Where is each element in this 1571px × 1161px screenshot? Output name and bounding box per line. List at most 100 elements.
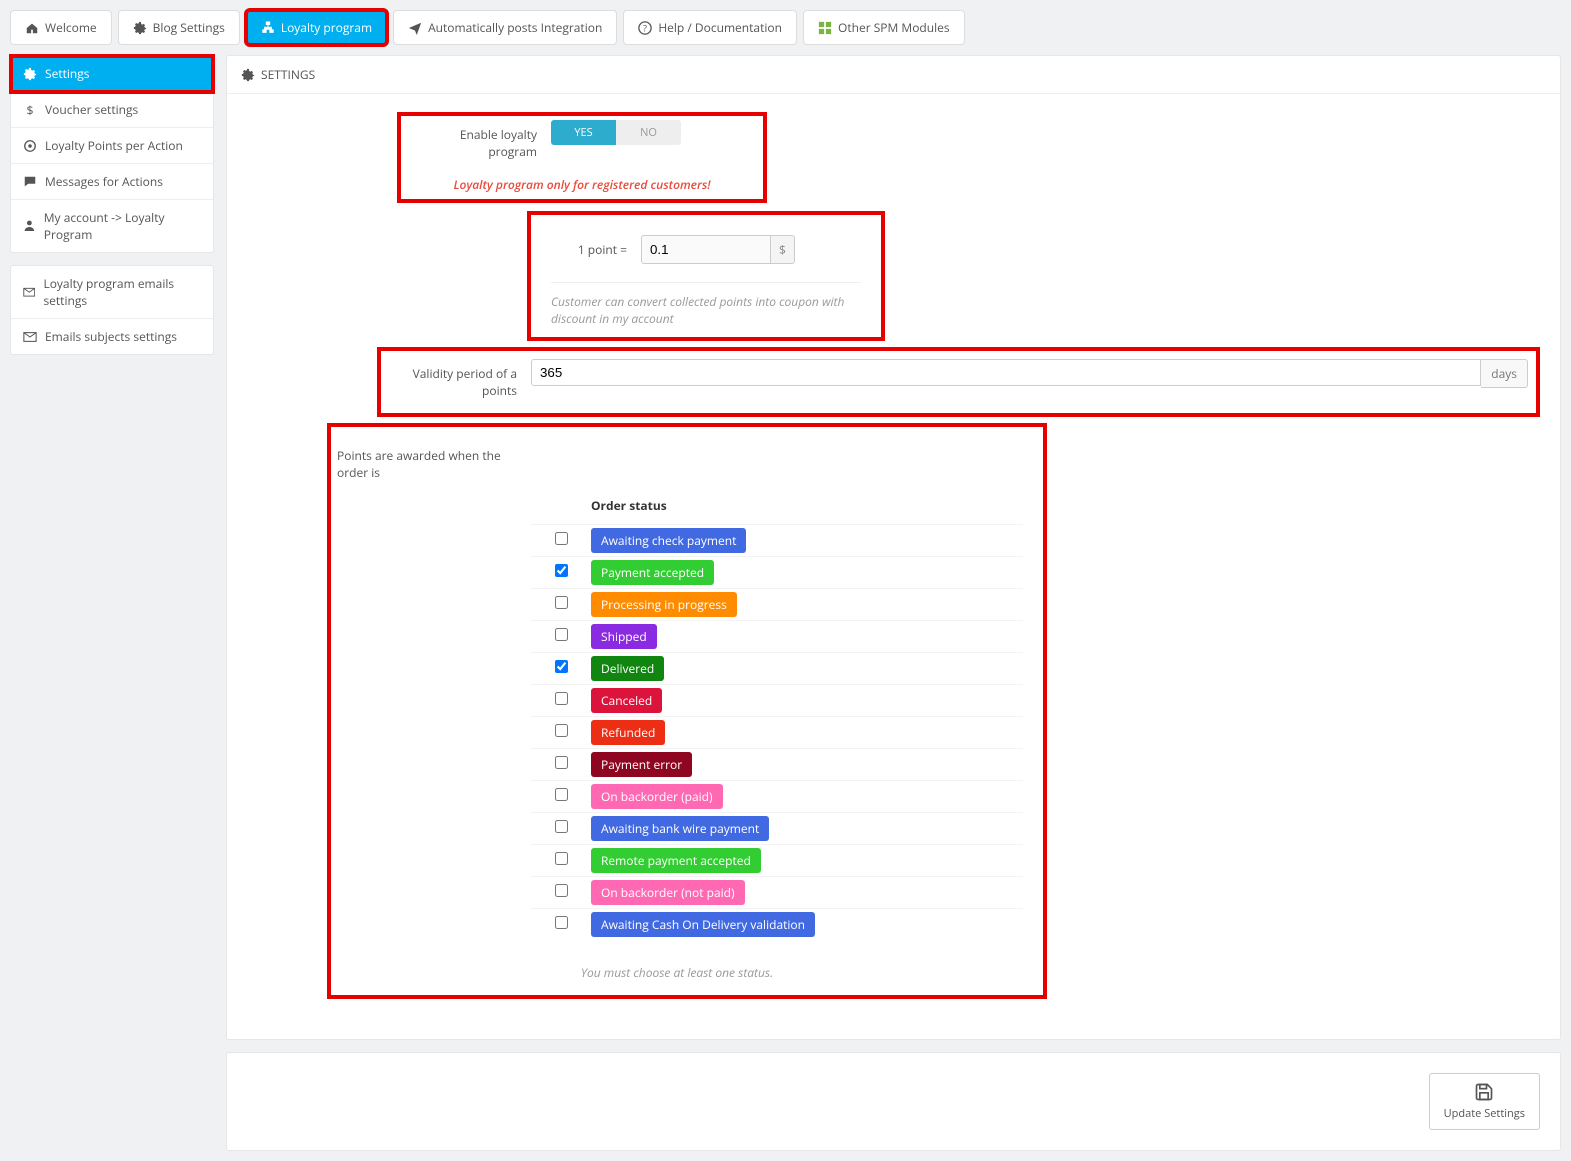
status-checkbox[interactable] [555,820,568,833]
cogs-icon [133,21,147,35]
cogs-icon [241,68,255,82]
modules-icon [818,21,832,35]
tab-label: Help / Documentation [658,19,782,36]
top-tabs: Welcome Blog Settings Loyalty program Autom… [10,10,1561,45]
sitemap-icon [261,21,275,35]
status-row: Awaiting check payment [531,524,1023,556]
tab-label: Welcome [45,19,97,36]
status-row: Shipped [531,620,1023,652]
status-row: Canceled [531,684,1023,716]
save-icon [1474,1082,1494,1102]
help-icon: ? [638,21,652,35]
envelope-icon [23,330,37,344]
point-value-input[interactable] [641,235,771,264]
status-checkbox[interactable] [555,788,568,801]
status-row: Remote payment accepted [531,844,1023,876]
status-row: Awaiting Cash On Delivery validation [531,908,1023,940]
status-badge: Processing in progress [591,592,737,617]
sidebar-item-messages-for-actions[interactable]: Messages for Actions [11,164,213,200]
target-icon [23,139,37,153]
tab-automatically-posts-integration[interactable]: Automatically posts Integration [393,10,617,45]
status-row: Processing in progress [531,588,1023,620]
sidebar-item-label: My account -> Loyalty Program [44,209,201,243]
status-badge: On backorder (not paid) [591,880,745,905]
status-badge: Canceled [591,688,662,713]
update-settings-button[interactable]: Update Settings [1429,1073,1540,1130]
status-checkbox[interactable] [555,724,568,737]
status-row: Awaiting bank wire payment [531,812,1023,844]
status-badge: Shipped [591,624,657,649]
sidebar-item-voucher-settings[interactable]: $ Voucher settings [11,92,213,128]
validity-label: Validity period of a points [381,359,531,405]
tab-blog-settings[interactable]: Blog Settings [118,10,240,45]
tab-help-documentation[interactable]: ? Help / Documentation [623,10,797,45]
status-badge: Delivered [591,656,664,681]
status-header: Order status [531,491,1023,524]
sidebar-item-label: Messages for Actions [45,173,163,190]
status-checkbox[interactable] [555,916,568,929]
status-checkbox[interactable] [555,628,568,641]
dollar-icon: $ [23,103,37,117]
status-row: Refunded [531,716,1023,748]
status-checkbox[interactable] [555,596,568,609]
status-checkbox[interactable] [555,564,568,577]
tab-loyalty-program[interactable]: Loyalty program [246,10,387,45]
status-checkbox[interactable] [555,852,568,865]
status-badge: Payment error [591,752,692,777]
status-checkbox[interactable] [555,660,568,673]
svg-text:?: ? [643,22,647,34]
status-row: On backorder (not paid) [531,876,1023,908]
status-badge: Awaiting bank wire payment [591,816,769,841]
sidebar-group-0: Settings $ Voucher settings Loyalty Points … [10,55,214,253]
enable-section: Enable loyalty program YES NO Loyalty pr… [397,112,767,203]
comment-icon [23,175,37,189]
sidebar-item-label: Settings [45,65,90,82]
status-checkbox[interactable] [555,756,568,769]
must-choose-text: You must choose at least one status. [331,964,1023,981]
sidebar-group-1: Loyalty program emails settings Emails su… [10,265,214,355]
tab-welcome[interactable]: Welcome [10,10,112,45]
toggle-no[interactable]: NO [616,120,681,145]
tab-label: Loyalty program [281,19,372,36]
status-badge: Remote payment accepted [591,848,761,873]
status-badge: Payment accepted [591,560,714,585]
status-badge: On backorder (paid) [591,784,723,809]
enable-toggle[interactable]: YES NO [551,120,681,145]
panel-title: SETTINGS [261,66,315,83]
sidebar-item-my-account-loyalty-program[interactable]: My account -> Loyalty Program [11,200,213,252]
user-icon [23,219,36,233]
status-checkbox[interactable] [555,884,568,897]
currency-addon: $ [771,235,795,264]
warn-text: Loyalty program only for registered cust… [421,176,743,193]
plane-icon [408,21,422,35]
point-help: Customer can convert collected points in… [551,293,861,327]
awarded-label: Points are awarded when the order is [331,441,531,487]
sidebar-item-label: Voucher settings [45,101,138,118]
tab-label: Blog Settings [153,19,225,36]
status-checkbox[interactable] [555,532,568,545]
status-section: Points are awarded when the order is Ord… [327,423,1047,999]
sidebar-item-loyalty-points-per-action[interactable]: Loyalty Points per Action [11,128,213,164]
enable-label: Enable loyalty program [421,120,551,166]
status-row: Payment accepted [531,556,1023,588]
cogs-icon [23,67,37,81]
status-row: Delivered [531,652,1023,684]
validity-input[interactable] [531,359,1481,386]
home-icon [25,21,39,35]
tab-label: Other SPM Modules [838,19,950,36]
sidebar-item-settings[interactable]: Settings [11,56,213,92]
status-badge: Awaiting Cash On Delivery validation [591,912,815,937]
sidebar-item-label: Loyalty program emails settings [43,275,201,309]
point-label: 1 point = [551,235,641,264]
toggle-yes[interactable]: YES [551,120,616,145]
sidebar-item-emails-subjects-settings[interactable]: Emails subjects settings [11,319,213,354]
panel-title-row: SETTINGS [227,56,1560,94]
status-badge: Awaiting check payment [591,528,746,553]
validity-section: Validity period of a points days [377,347,1540,417]
sidebar: Settings $ Voucher settings Loyalty Points … [10,55,214,355]
tab-label: Automatically posts Integration [428,19,602,36]
sidebar-item-label: Loyalty Points per Action [45,137,183,154]
status-checkbox[interactable] [555,692,568,705]
sidebar-item-loyalty-program-emails-settings[interactable]: Loyalty program emails settings [11,266,213,319]
tab-other-spm-modules[interactable]: Other SPM Modules [803,10,965,45]
